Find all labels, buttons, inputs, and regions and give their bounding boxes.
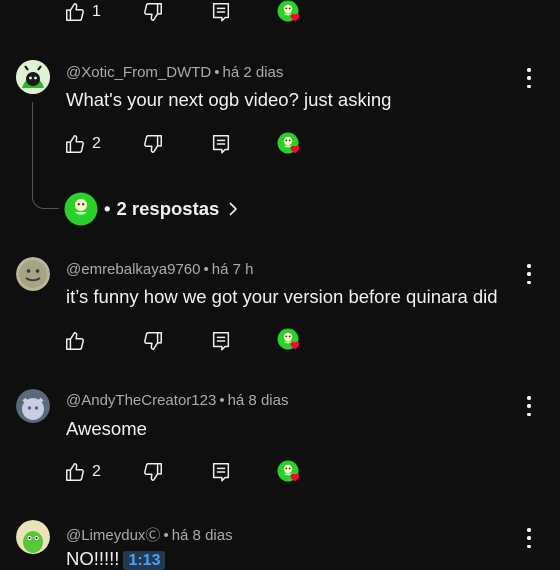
avatar[interactable] [16, 60, 50, 94]
thumbs-up-icon [64, 330, 86, 352]
like-count: 2 [92, 463, 101, 480]
comment-author[interactable]: @Xotic_From_DWTD [66, 64, 211, 81]
thumbs-down-icon [142, 461, 164, 483]
like-button[interactable]: 2 [64, 461, 101, 483]
thumbs-up-icon [64, 133, 86, 155]
creator-heart-icon [276, 0, 302, 26]
chevron-right-icon [229, 202, 238, 216]
comment-text: What's your next ogb video? just asking [66, 89, 392, 110]
like-button[interactable]: 1 [64, 1, 101, 23]
avatar[interactable] [16, 389, 50, 423]
like-button[interactable]: 2 [64, 133, 101, 155]
comment-reply-icon [210, 461, 232, 483]
more-vert-icon[interactable] [524, 396, 534, 416]
comment-reply-icon [210, 330, 232, 352]
creator-heart-icon [276, 132, 302, 158]
comment-text: it’s funny how we got your version befor… [66, 286, 498, 307]
dislike-button[interactable] [142, 1, 164, 23]
comment-author[interactable]: @AndyTheCreator123 [66, 392, 216, 409]
comment-reply-icon [210, 133, 232, 155]
comment-time: há 8 dias [227, 392, 289, 409]
more-vert-icon[interactable] [524, 264, 534, 284]
like-button[interactable] [64, 330, 92, 352]
creator-avatar [64, 192, 98, 226]
thumbs-up-icon [64, 461, 86, 483]
like-count: 2 [92, 135, 101, 152]
reply-button[interactable] [210, 330, 232, 352]
comment-text: NO!!!!! [66, 548, 120, 569]
comment-time: há 7 h [211, 261, 254, 278]
more-vert-icon[interactable] [524, 528, 534, 548]
dislike-button[interactable] [142, 133, 164, 155]
reply-button[interactable] [210, 461, 232, 483]
replies-toggle[interactable]: • 2 respostas [64, 192, 241, 226]
comment-reply-icon [210, 1, 232, 23]
comment-meta: @Xotic_From_DWTD • há 2 dias [66, 64, 284, 81]
comment-time: há 8 dias [171, 527, 233, 544]
comment-text-row: NO!!!!! 1:13 [66, 548, 166, 570]
thread-connector [32, 102, 59, 209]
comment-meta: @LimeyduxⒸ • há 8 dias [66, 527, 233, 544]
creator-heart-icon [276, 328, 302, 354]
comment-time: há 2 dias [222, 64, 284, 81]
comment-author[interactable]: @LimeyduxⒸ [66, 527, 160, 544]
thumbs-down-icon [142, 1, 164, 23]
dislike-button[interactable] [142, 461, 164, 483]
reply-button[interactable] [210, 1, 232, 23]
thumbs-down-icon [142, 133, 164, 155]
replies-count-link[interactable]: 2 respostas [116, 198, 219, 220]
more-vert-icon[interactable] [524, 68, 534, 88]
thumbs-up-icon [64, 1, 86, 23]
avatar[interactable] [16, 520, 50, 554]
comment-meta: @AndyTheCreator123 • há 8 dias [66, 392, 289, 409]
comment-meta: @emrebalkaya9760 • há 7 h [66, 261, 254, 278]
like-count: 1 [92, 3, 101, 20]
avatar[interactable] [16, 257, 50, 291]
comment-text: Awesome [66, 418, 147, 439]
thumbs-down-icon [142, 330, 164, 352]
dislike-button[interactable] [142, 330, 164, 352]
replies-dot: • [104, 198, 111, 219]
reply-button[interactable] [210, 133, 232, 155]
creator-heart-icon [276, 460, 302, 486]
timestamp-link[interactable]: 1:13 [123, 551, 166, 570]
comment-author[interactable]: @emrebalkaya9760 [66, 261, 200, 278]
